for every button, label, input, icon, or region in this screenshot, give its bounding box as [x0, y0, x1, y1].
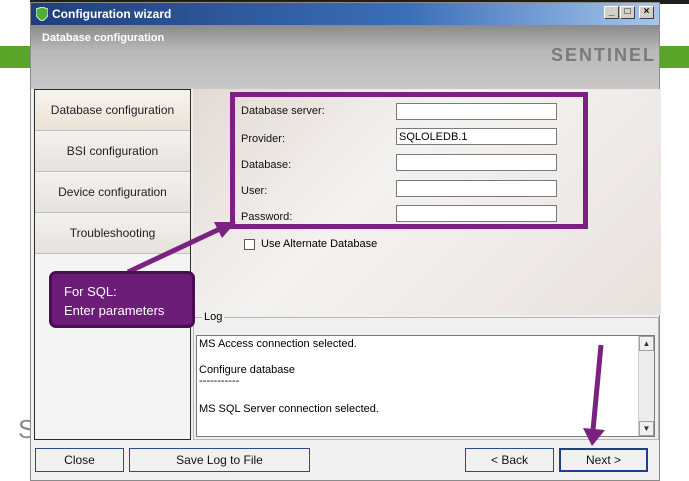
sidebar-item-device-configuration[interactable]: Device configuration [35, 172, 190, 213]
window-title: Configuration wizard [52, 7, 172, 21]
sidebar-item-troubleshooting[interactable]: Troubleshooting [35, 213, 190, 254]
desktop-background [0, 0, 30, 481]
sidebar-item-bsi-configuration[interactable]: BSI configuration [35, 131, 190, 172]
maximize-button[interactable]: □ [620, 6, 635, 19]
sentinel-logo: SENTINEL [550, 45, 656, 65]
header-title: Database configuration [42, 32, 165, 44]
log-line: ----------- [199, 375, 240, 387]
shield-app-icon [36, 7, 48, 21]
log-group: Log MS Access connection selected. Confi… [193, 311, 659, 440]
sidebar-item-database-configuration[interactable]: Database configuration [35, 90, 190, 131]
close-button[interactable]: Close [35, 448, 124, 472]
log-line: MS SQL Server connection selected. [199, 403, 379, 415]
log-scrollbar[interactable]: ▲ ▼ [638, 336, 654, 436]
wizard-sidebar: Database configuration BSI configuration… [34, 89, 191, 440]
log-legend: Log [202, 311, 225, 323]
use-alternate-database-checkbox[interactable] [244, 239, 255, 250]
next-button[interactable]: Next > [559, 448, 648, 472]
log-line: MS Access connection selected. [199, 338, 357, 350]
use-alternate-database-label: Use Alternate Database [261, 238, 378, 250]
desktop-green-bar-right [660, 46, 689, 68]
title-bar: Configuration wizard _ □ × [31, 3, 659, 25]
save-log-button[interactable]: Save Log to File [129, 448, 310, 472]
callout-line-2: Enter parameters [64, 303, 165, 318]
back-button[interactable]: < Back [465, 448, 554, 472]
scroll-down-arrow-icon[interactable]: ▼ [639, 421, 654, 436]
scroll-up-arrow-icon[interactable]: ▲ [639, 336, 654, 351]
highlight-box [230, 92, 588, 229]
annotation-callout: For SQL: Enter parameters [49, 271, 195, 328]
close-window-button[interactable]: × [639, 6, 654, 19]
minimize-button[interactable]: _ [604, 6, 619, 19]
wizard-header: Database configuration SENTINEL [31, 25, 659, 89]
callout-line-1: For SQL: [64, 284, 117, 299]
configuration-wizard-window: Configuration wizard _ □ × Database conf… [30, 2, 661, 481]
desktop-green-bar-left [0, 46, 30, 68]
log-textarea[interactable]: MS Access connection selected. Configure… [196, 335, 655, 437]
